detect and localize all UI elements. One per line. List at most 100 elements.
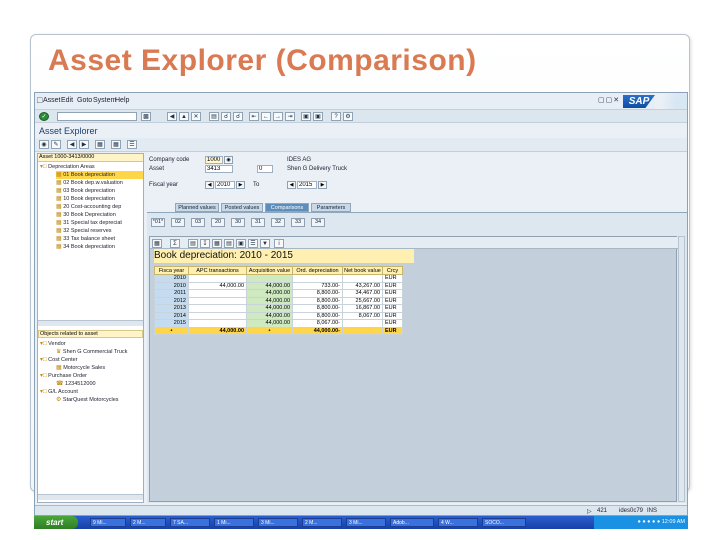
export-icon[interactable]: ↧ — [200, 239, 210, 248]
area-button-31[interactable]: 31 — [251, 218, 265, 227]
table-row[interactable]: 2011 44,000.00 8,800.00- 34,467.00 EUR — [154, 289, 403, 298]
asset-subnumber-field[interactable]: 0 — [257, 165, 273, 173]
tab-comparisons[interactable]: Comparisons — [265, 203, 309, 212]
legend-icon[interactable]: ☰ — [127, 140, 137, 149]
layout-change-icon[interactable]: ☰ — [248, 239, 258, 248]
help-icon[interactable]: ? — [331, 112, 341, 121]
tree-item-area-02[interactable]: ▦ 02 Book dep.w.valuation — [56, 179, 143, 187]
first-page-icon[interactable]: ⇤ — [249, 112, 259, 121]
next-page-icon[interactable]: → — [273, 112, 283, 121]
tree-horizontal-scrollbar[interactable] — [38, 320, 143, 326]
area-button-32[interactable]: 32 — [271, 218, 285, 227]
next-object-icon[interactable]: ▶ — [79, 140, 89, 149]
fiscal-year-to-field[interactable]: 2015 — [297, 181, 317, 189]
table-row[interactable]: 2013 44,000.00 8,800.00- 16,867.00 EUR — [154, 304, 403, 313]
tree-node-cost-center[interactable]: ▾□ Cost Center — [38, 356, 78, 364]
command-field[interactable] — [57, 112, 137, 121]
print-preview-icon[interactable]: ▤ — [188, 239, 198, 248]
menu-item-goto[interactable]: Goto — [77, 97, 92, 104]
asset-number-field[interactable]: 3413 — [205, 165, 233, 173]
word-processing-icon[interactable]: ▤ — [224, 239, 234, 248]
tab-planned-values[interactable]: Planned values — [175, 203, 219, 212]
display-icon[interactable]: ◉ — [39, 140, 49, 149]
col-ord-depreciation[interactable]: Ord. depreciation — [292, 266, 343, 275]
taskbar-item[interactable]: Adob... — [390, 518, 434, 527]
tree-item-purchase-order-number[interactable]: ☎ 1234512000 — [56, 380, 143, 388]
last-page-icon[interactable]: ⇥ — [285, 112, 295, 121]
taskbar-item[interactable]: 2 M... — [130, 518, 166, 527]
fiscal-year-prev-icon[interactable]: ◀ — [205, 181, 214, 189]
table-row[interactable]: 2015 44,000.00 8,067.00- EUR — [154, 319, 403, 328]
prev-page-icon[interactable]: ← — [261, 112, 271, 121]
menu-item-asset[interactable]: Asset — [43, 97, 61, 104]
area-button-20[interactable]: 20 — [211, 218, 225, 227]
tree-item-area-03[interactable]: ▦ 03 Book depreciation — [56, 187, 143, 195]
table-row[interactable]: 2014 44,000.00 8,800.00- 8,067.00 EUR — [154, 311, 403, 320]
tree-node-purchase-order[interactable]: ▾□ Purchase Order — [38, 372, 87, 380]
company-code-field[interactable]: 1000 — [205, 156, 223, 164]
tree-item-area-20[interactable]: ▦ 20 Cost-accounting dep — [56, 203, 143, 211]
taskbar-item[interactable]: 2 M... — [302, 518, 342, 527]
tray-icons[interactable]: ● ● ● ● ● — [637, 519, 660, 525]
related-horizontal-scrollbar[interactable] — [38, 494, 143, 500]
menu-item-system[interactable]: System — [93, 97, 116, 104]
exit-icon[interactable]: ▲ — [179, 112, 189, 121]
tab-parameters[interactable]: Parameters — [311, 203, 351, 212]
cancel-icon[interactable]: ✕ — [191, 112, 201, 121]
table-row[interactable]: 2012 44,000.00 8,800.00- 25,667.00 EUR — [154, 296, 403, 305]
tree-item-cost-center-name[interactable]: ▦ Motorcycle Sales — [56, 364, 143, 372]
area-button-03[interactable]: 03 — [191, 218, 205, 227]
back-icon[interactable]: ◀ — [167, 112, 177, 121]
info-icon[interactable]: i — [274, 239, 284, 248]
taskbar-item[interactable]: 3 Mi... — [258, 518, 298, 527]
save-icon[interactable]: ▩ — [141, 112, 151, 121]
taskbar-item[interactable]: 1 Mi... — [214, 518, 254, 527]
area-button-34[interactable]: 34 — [311, 218, 325, 227]
total-row[interactable]: • 44,000.00 • 44,000.00- EUR — [154, 326, 403, 335]
area-button-02[interactable]: 02 — [171, 218, 185, 227]
table-row[interactable]: 2010 EUR — [154, 274, 403, 283]
details-icon[interactable]: ▦ — [152, 239, 162, 248]
taskbar-item[interactable]: 3 Mi... — [346, 518, 386, 527]
col-net-book-value[interactable]: Net book value — [342, 266, 383, 275]
tree-item-area-30[interactable]: ▦ 30 Book Depreciation — [56, 211, 143, 219]
status-nav-icon[interactable]: ▷ — [587, 508, 592, 515]
find-icon[interactable]: ☌ — [221, 112, 231, 121]
change-icon[interactable]: ✎ — [51, 140, 61, 149]
tree-item-area-32[interactable]: ▦ 32 Special reserves — [56, 227, 143, 235]
menu-item-help[interactable]: Help — [115, 97, 129, 104]
asset-values-icon[interactable]: ▦ — [111, 140, 121, 149]
find-next-icon[interactable]: ☌ — [233, 112, 243, 121]
tree-node-gl-account[interactable]: ▾□ G/L Account — [38, 388, 78, 396]
print-icon[interactable]: ▤ — [209, 112, 219, 121]
tree-item-area-10[interactable]: ▦ 10 Book depreciation — [56, 195, 143, 203]
fiscal-year-to-next-icon[interactable]: ▶ — [318, 181, 327, 189]
taskbar-item[interactable]: 7 SA... — [170, 518, 210, 527]
tree-item-vendor-name[interactable]: ♛ Shen G Commercial Truck — [56, 348, 143, 356]
taskbar-item[interactable]: 4 W... — [438, 518, 478, 527]
local-file-icon[interactable]: ▣ — [236, 239, 246, 248]
col-acquisition-value[interactable]: Acquisition value — [246, 266, 293, 275]
asset-master-icon[interactable]: ▦ — [95, 140, 105, 149]
shortcut-icon[interactable]: ▣ — [313, 112, 323, 121]
fiscal-year-from-field[interactable]: 2010 — [215, 181, 235, 189]
taskbar-item[interactable]: SOCO... — [482, 518, 526, 527]
tree-node-vendor[interactable]: ▾□ Vendor — [38, 340, 66, 348]
taskbar-item[interactable]: 9 Mi... — [90, 518, 126, 527]
start-button[interactable]: start — [34, 516, 78, 529]
fiscal-year-to-prev-icon[interactable]: ◀ — [287, 181, 296, 189]
new-session-icon[interactable]: ▣ — [301, 112, 311, 121]
filter-icon[interactable]: ▼ — [260, 239, 270, 248]
tab-posted-values[interactable]: Posted values — [221, 203, 263, 212]
fiscal-year-next-icon[interactable]: ▶ — [236, 181, 245, 189]
col-apc-transactions[interactable]: APC transactions — [188, 266, 247, 275]
menu-item-edit[interactable]: Edit — [61, 97, 73, 104]
company-code-search-icon[interactable]: ◉ — [224, 156, 233, 164]
sap-menu-icon[interactable]: □ — [37, 95, 42, 105]
area-button-33[interactable]: 33 — [291, 218, 305, 227]
spreadsheet-icon[interactable]: ▦ — [212, 239, 222, 248]
layout-icon[interactable]: ⚙ — [343, 112, 353, 121]
enter-check-icon[interactable]: ✓ — [39, 112, 49, 121]
tree-item-gl-account-name[interactable]: ⚙ StarQuest Motorcycles — [56, 396, 143, 404]
tree-node-depreciation-areas[interactable]: ▾□ Depreciation Areas — [38, 163, 95, 171]
